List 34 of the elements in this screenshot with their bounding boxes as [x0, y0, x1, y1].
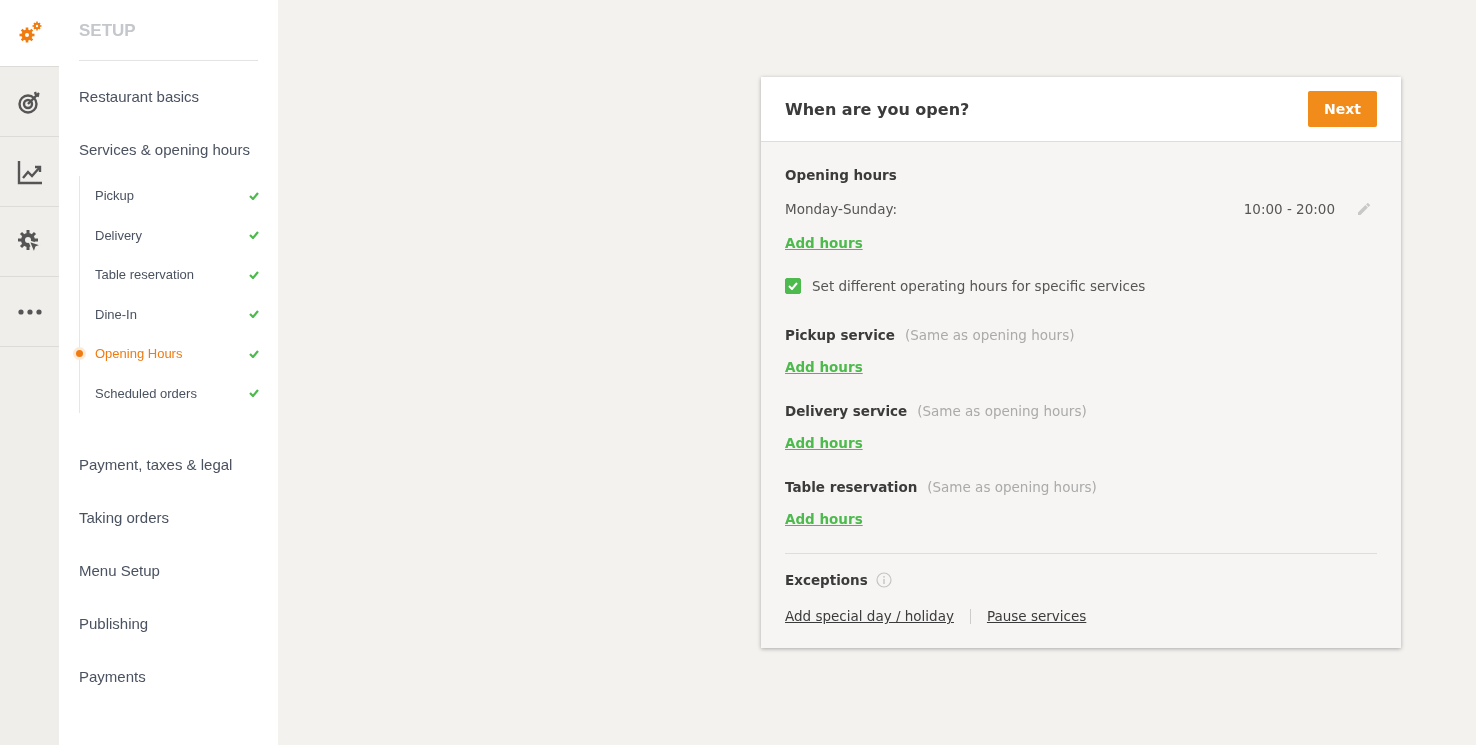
section-heading: Exceptions [785, 572, 868, 588]
service-note: (Same as opening hours) [927, 479, 1097, 495]
service-name: Delivery service [785, 403, 908, 419]
sidebar-item[interactable]: Payments [79, 641, 258, 694]
checkbox[interactable] [785, 278, 801, 294]
sidebar-title: SETUP [79, 0, 258, 61]
sidebar-subitem[interactable]: Pickup [95, 188, 249, 204]
service-name: Pickup service [785, 327, 895, 343]
service-note: (Same as opening hours) [904, 327, 1075, 343]
sidebar-item[interactable]: Restaurant basics [79, 61, 258, 114]
service-note: (Same as opening hours) [917, 403, 1087, 419]
days-label: Monday-Sunday: [785, 201, 897, 217]
card-title: When are you open? [785, 99, 971, 119]
more-icon [17, 308, 42, 315]
sidebar-subitem[interactable]: Delivery [95, 227, 249, 243]
section-heading: Opening hours [785, 167, 898, 183]
exception-link[interactable]: Add special day / holiday [785, 608, 954, 624]
sidebar-subitem[interactable]: Table reservation [95, 267, 249, 283]
checkbox-label: Set different operating hours for specific services [812, 278, 1146, 294]
sidebar-subitem[interactable]: Dine-In [95, 306, 249, 322]
info-icon [875, 572, 892, 588]
chart-icon [16, 158, 43, 185]
sidebar-item[interactable]: Publishing [79, 588, 258, 641]
check-icon [788, 282, 798, 290]
exception-link[interactable]: Pause services [986, 608, 1087, 624]
current-step-dot [76, 350, 83, 358]
sidebar-item[interactable]: Menu Setup [79, 535, 258, 588]
sidebar-subitem[interactable]: Scheduled orders [95, 385, 249, 401]
edit-icon[interactable] [1357, 202, 1371, 216]
sidebar-item[interactable]: Payment, taxes & legal [79, 429, 258, 482]
sidebar-item[interactable]: Services & opening hours [79, 114, 258, 167]
sidebar-item[interactable]: Taking orders [79, 482, 258, 535]
service-name: Table reservation [785, 479, 918, 495]
hours-value: 10:00 - 20:00 [1243, 201, 1335, 217]
